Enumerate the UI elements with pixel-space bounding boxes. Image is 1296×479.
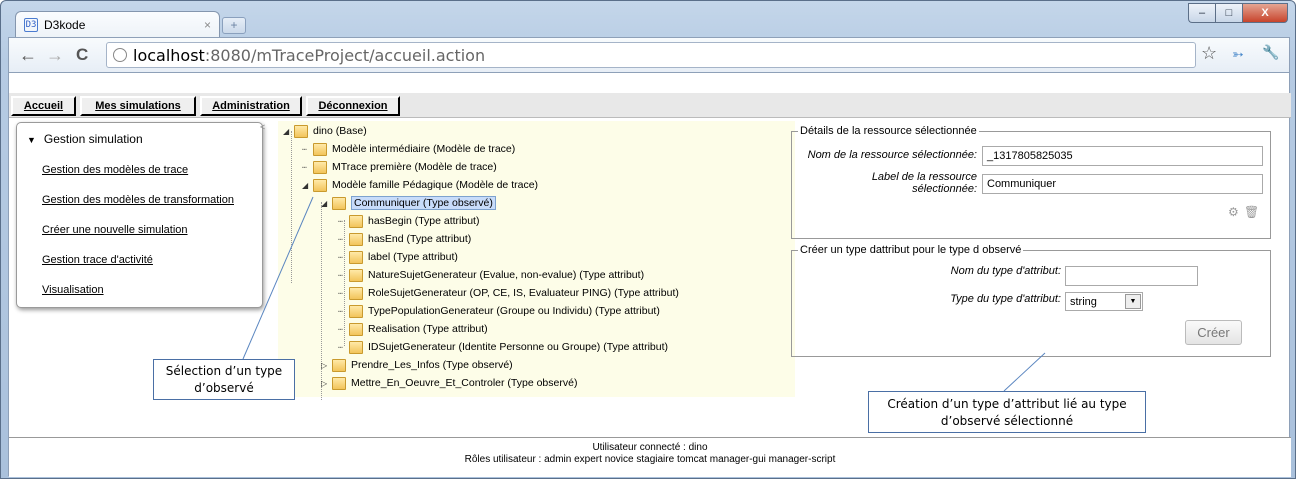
maximize-button[interactable]: □ — [1215, 3, 1242, 23]
callout-selection: Sélection d’un type d’observé — [153, 359, 295, 400]
favicon-icon: D3 — [24, 17, 38, 32]
page-footer: Utilisateur connecté : dino Rôles utilis… — [9, 437, 1291, 477]
tab-title: D3kode — [44, 17, 86, 32]
wrench-icon[interactable]: 🔧 — [1262, 44, 1279, 61]
globe-icon — [113, 48, 127, 62]
reload-icon[interactable]: C — [76, 45, 88, 65]
callout-creation-line1: Création d’un type d’attribut lié au typ… — [887, 397, 1127, 411]
browser-toolbar: ← → C localhost:8080/mTraceProject/accue… — [8, 37, 1290, 72]
callout-creation: Création d’un type d’attribut lié au typ… — [868, 391, 1146, 433]
callout-arrow-selection — [242, 196, 314, 360]
footer-user: Utilisateur connecté : dino — [592, 442, 708, 453]
browser-tab[interactable]: D3 D3kode × — [15, 11, 220, 37]
callout-creation-line2: d’observé sélectionné — [940, 414, 1074, 428]
url-path: :8080/mTraceProject/accueil.action — [204, 45, 486, 65]
forward-arrow-icon[interactable]: → — [46, 45, 64, 65]
window-controls: – □ X — [1188, 3, 1288, 23]
page-viewport: Accueil Mes simulations Administration D… — [8, 72, 1291, 477]
extension-bird-icon[interactable]: ➳ — [1232, 46, 1244, 63]
url-host: localhost — [133, 45, 205, 65]
minimize-button[interactable]: – — [1188, 3, 1215, 23]
close-window-button[interactable]: X — [1242, 3, 1288, 23]
star-icon[interactable]: ☆ — [1201, 43, 1217, 64]
footer-roles: Rôles utilisateur : admin expert novice … — [464, 454, 836, 465]
browser-window: D3 D3kode × + – □ X ← → C localhost:8080… — [0, 0, 1296, 479]
address-bar[interactable]: localhost:8080/mTraceProject/accueil.act… — [106, 42, 1196, 68]
tab-close-icon[interactable]: × — [204, 18, 211, 32]
new-tab-button[interactable]: + — [222, 17, 246, 34]
back-arrow-icon[interactable]: ← — [19, 45, 37, 65]
callout-arrow-creation — [1003, 352, 1046, 392]
